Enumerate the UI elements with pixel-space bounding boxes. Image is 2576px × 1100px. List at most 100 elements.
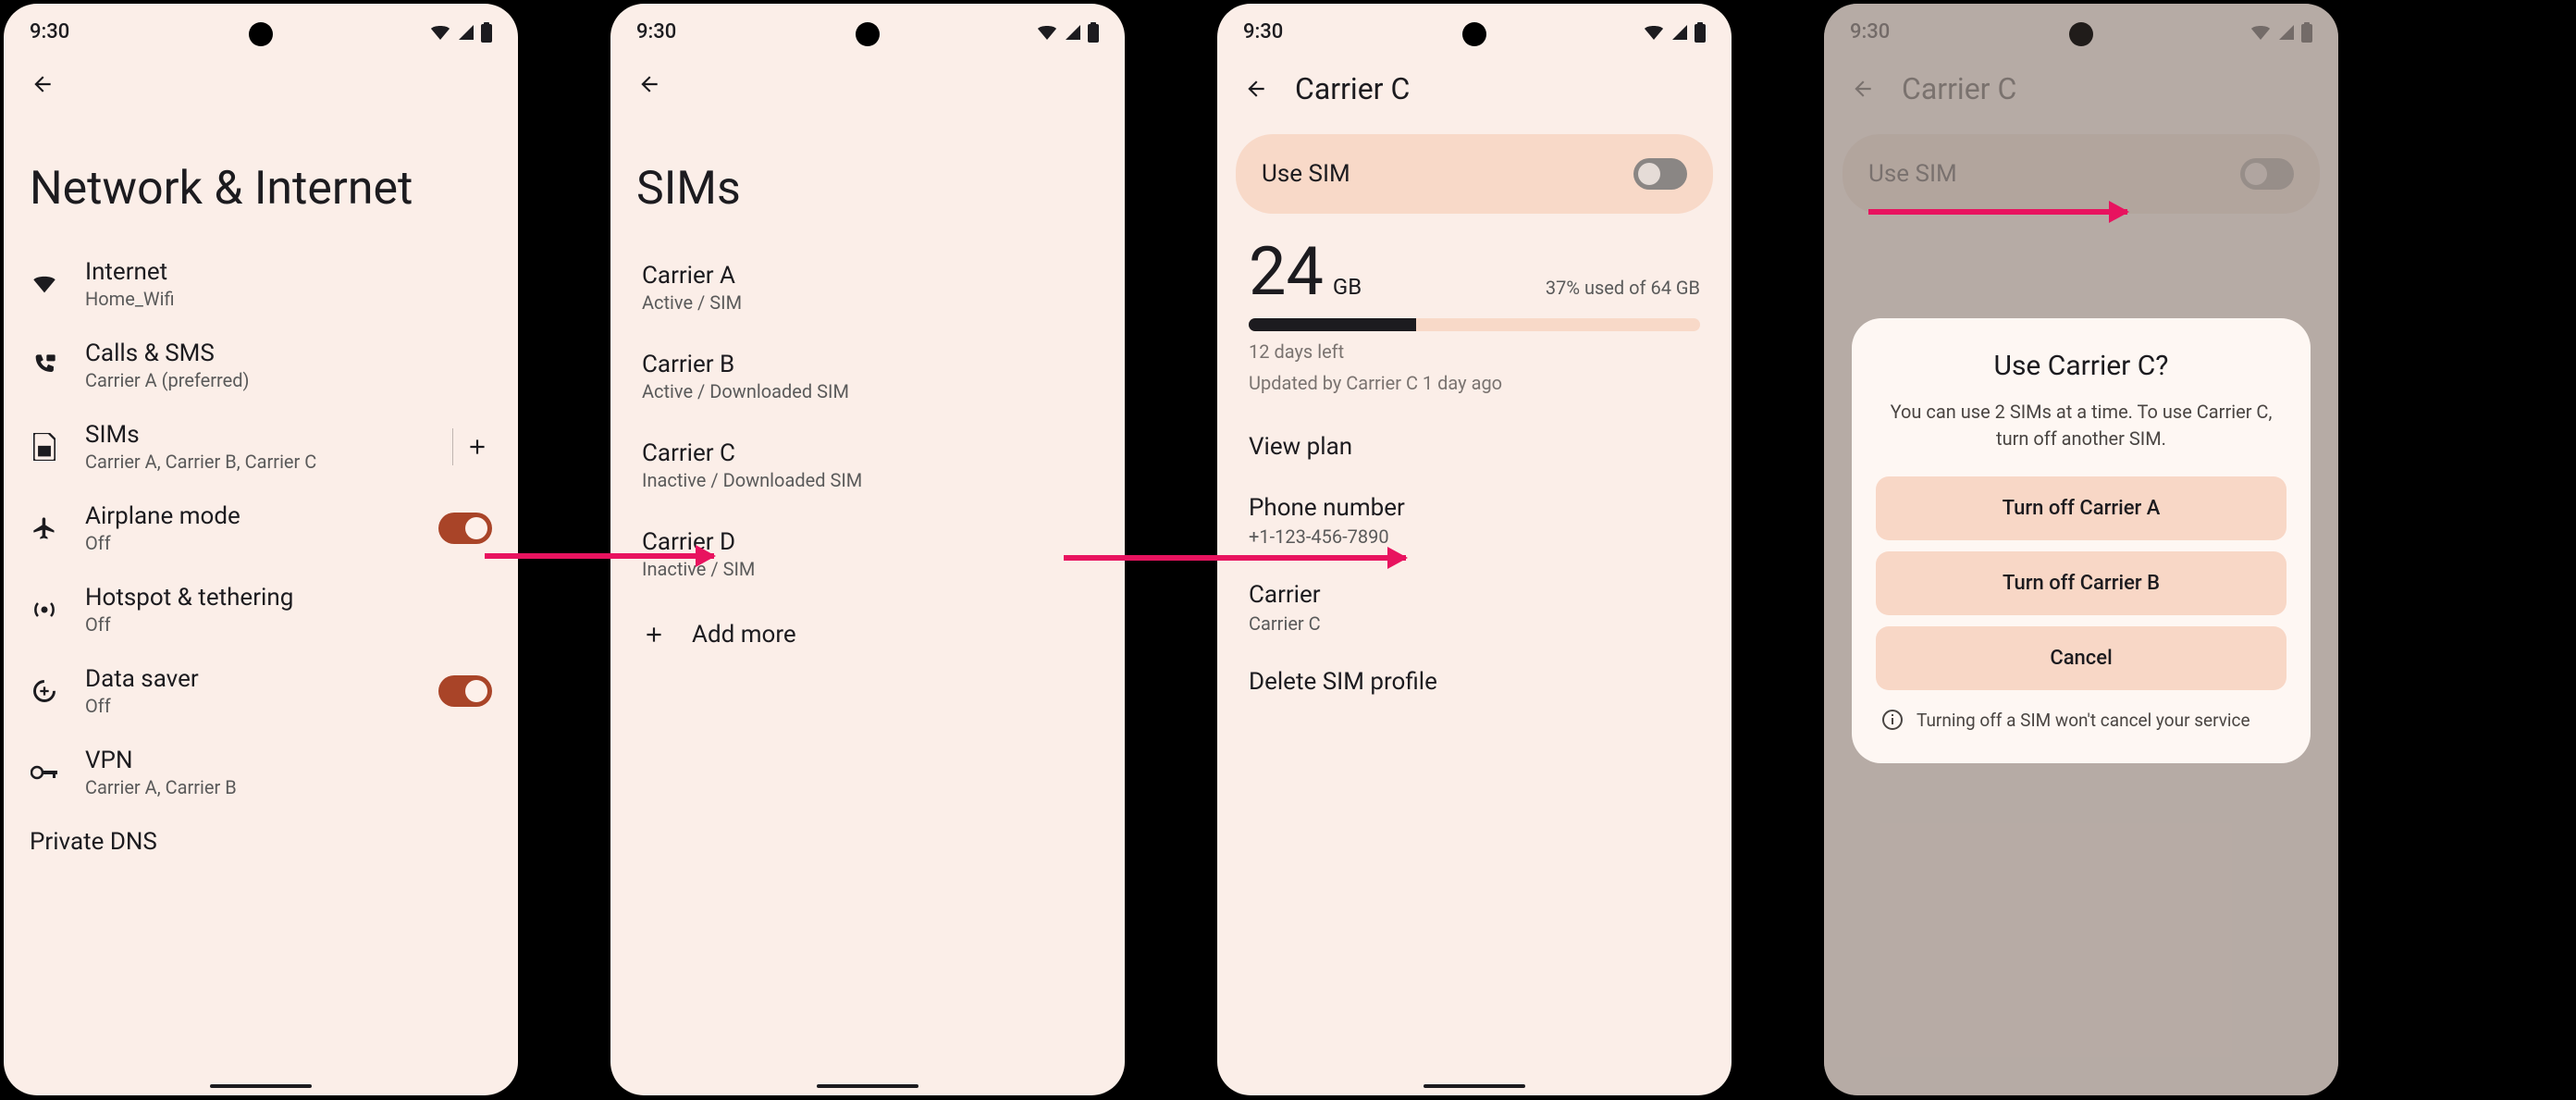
dialog-title: Use Carrier C? xyxy=(1876,350,2286,382)
item-calls-sms[interactable]: Calls & SMS Carrier A (preferred) xyxy=(4,325,518,406)
dialog-info: Turning off a SIM won't cancel your serv… xyxy=(1876,705,2286,737)
item-airplane-mode[interactable]: Airplane mode Off xyxy=(4,488,518,569)
plus-icon xyxy=(642,623,666,647)
turn-off-carrier-b-button[interactable]: Turn off Carrier B xyxy=(1876,551,2286,615)
back-button[interactable] xyxy=(30,71,55,97)
data-progress-fill xyxy=(1249,318,1416,331)
flow-arrow-1 xyxy=(485,553,714,559)
item-title: VPN xyxy=(85,747,492,774)
item-sub: Off xyxy=(85,613,492,636)
item-sub: Off xyxy=(85,532,413,554)
item-title: SIMs xyxy=(85,421,426,449)
plus-icon xyxy=(465,435,489,459)
sim-name: Carrier A xyxy=(642,262,1093,290)
signal-status-icon xyxy=(1064,23,1082,42)
item-private-dns[interactable]: Private DNS xyxy=(4,813,518,871)
add-more-label: Add more xyxy=(692,621,796,649)
status-time: 9:30 xyxy=(30,20,69,43)
arrow-back-icon xyxy=(31,72,55,96)
data-unit: GB xyxy=(1333,274,1362,300)
item-sub: Home_Wifi xyxy=(85,288,492,310)
flow-arrow-2 xyxy=(1064,555,1406,561)
airplane-icon xyxy=(31,515,57,541)
back-button[interactable] xyxy=(636,71,662,97)
detail-sub: +1-123-456-7890 xyxy=(1249,525,1700,548)
detail-title: View plan xyxy=(1249,433,1700,461)
sim-carrier-b[interactable]: Carrier B Active / Downloaded SIM xyxy=(610,332,1125,421)
battery-status-icon xyxy=(1695,22,1706,43)
days-left: 12 days left xyxy=(1249,340,1700,363)
use-sim-toggle[interactable] xyxy=(1633,158,1687,190)
airplane-toggle[interactable] xyxy=(438,513,492,544)
add-more-button[interactable]: Add more xyxy=(610,599,1125,671)
camera-cutout xyxy=(856,22,880,46)
item-sims[interactable]: SIMs Carrier A, Carrier B, Carrier C xyxy=(4,406,518,488)
updated-text: Updated by Carrier C 1 day ago xyxy=(1249,372,1700,394)
item-title: Hotspot & tethering xyxy=(85,584,492,612)
battery-status-icon xyxy=(481,22,492,43)
delete-sim-profile[interactable]: Delete SIM profile xyxy=(1217,651,1732,712)
item-sub: Off xyxy=(85,695,413,717)
page-title: SIMs xyxy=(610,116,1125,243)
status-time: 9:30 xyxy=(1243,20,1283,43)
use-sim-label: Use SIM xyxy=(1262,160,1350,188)
screen-carrier-dialog: 9:30 Carrier C Use SIM Use Carrier C? Yo… xyxy=(1824,4,2338,1095)
view-plan[interactable]: View plan xyxy=(1217,416,1732,477)
status-time: 9:30 xyxy=(636,20,676,43)
camera-cutout xyxy=(1462,22,1486,46)
item-title: Calls & SMS xyxy=(85,340,492,367)
wifi-status-icon xyxy=(1643,23,1665,42)
item-title: Internet xyxy=(85,258,492,286)
home-indicator xyxy=(210,1084,312,1088)
flow-arrow-3 xyxy=(1868,209,2127,215)
camera-cutout xyxy=(249,22,273,46)
dialog-info-text: Turning off a SIM won't cancel your serv… xyxy=(1917,709,2250,734)
item-hotspot[interactable]: Hotspot & tethering Off xyxy=(4,569,518,650)
item-sub: Carrier A, Carrier B, Carrier C xyxy=(85,451,426,473)
screen-network-internet: 9:30 Network & Internet Internet Home_Wi… xyxy=(4,4,518,1095)
carrier-row[interactable]: Carrier Carrier C xyxy=(1217,564,1732,651)
back-button[interactable] xyxy=(1243,76,1269,102)
item-vpn[interactable]: VPN Carrier A, Carrier B xyxy=(4,732,518,813)
signal-status-icon xyxy=(1670,23,1689,42)
phone-number[interactable]: Phone number +1-123-456-7890 xyxy=(1217,477,1732,564)
item-title: Data saver xyxy=(85,665,413,693)
phone-icon xyxy=(31,352,57,378)
wifi-status-icon xyxy=(1036,23,1058,42)
sim-carrier-c[interactable]: Carrier C Inactive / Downloaded SIM xyxy=(610,421,1125,510)
home-indicator xyxy=(1424,1084,1525,1088)
use-carrier-dialog: Use Carrier C? You can use 2 SIMs at a t… xyxy=(1852,318,2311,763)
battery-status-icon xyxy=(1088,22,1099,43)
data-saver-icon xyxy=(31,678,57,704)
turn-off-carrier-a-button[interactable]: Turn off Carrier A xyxy=(1876,476,2286,540)
data-amount: 24 xyxy=(1249,232,1324,311)
sim-icon xyxy=(33,433,55,461)
sim-carrier-a[interactable]: Carrier A Active / SIM xyxy=(610,243,1125,332)
detail-sub: Carrier C xyxy=(1249,612,1700,635)
item-sub: Carrier A, Carrier B xyxy=(85,776,492,798)
app-bar-title: Carrier C xyxy=(1295,71,1410,106)
vpn-key-icon xyxy=(31,763,58,782)
add-sim-button[interactable] xyxy=(462,432,492,462)
data-saver-toggle[interactable] xyxy=(438,675,492,707)
item-title: Airplane mode xyxy=(85,502,413,530)
item-sub: Carrier A (preferred) xyxy=(85,369,492,391)
arrow-back-icon xyxy=(637,72,661,96)
sim-status: Inactive / Downloaded SIM xyxy=(642,469,1093,491)
sim-status: Active / SIM xyxy=(642,291,1093,314)
screen-carrier-detail: 9:30 Carrier C Use SIM 37% used of 64 GB… xyxy=(1217,4,1732,1095)
home-indicator xyxy=(817,1084,918,1088)
detail-title: Carrier xyxy=(1249,581,1700,609)
cancel-button[interactable]: Cancel xyxy=(1876,626,2286,690)
use-sim-row[interactable]: Use SIM xyxy=(1236,134,1713,214)
arrow-back-icon xyxy=(1244,77,1268,101)
data-used-text: 37% used of 64 GB xyxy=(1546,277,1700,299)
screen-sims: 9:30 SIMs Carrier A Active / SIM Carrier… xyxy=(610,4,1125,1095)
detail-title: Delete SIM profile xyxy=(1249,668,1700,696)
item-data-saver[interactable]: Data saver Off xyxy=(4,650,518,732)
item-internet[interactable]: Internet Home_Wifi xyxy=(4,243,518,325)
data-progress xyxy=(1249,318,1700,331)
sim-name: Carrier C xyxy=(642,439,1093,467)
page-title: Network & Internet xyxy=(4,116,518,243)
wifi-icon xyxy=(31,273,57,295)
